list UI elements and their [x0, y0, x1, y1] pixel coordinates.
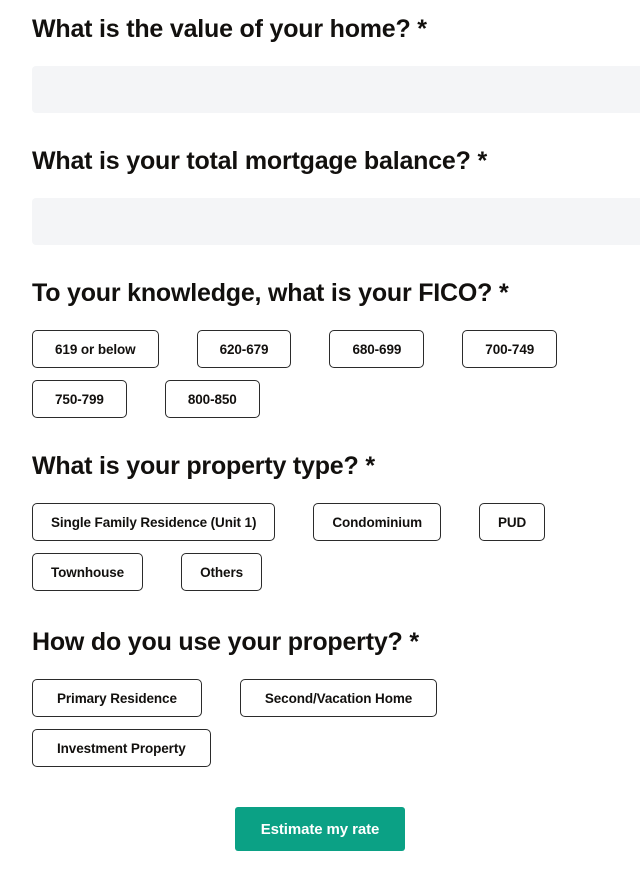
rate-estimator-form: What is the value of your home? * What i…	[0, 0, 640, 888]
property-use-options: Primary Residence Second/Vacation Home I…	[32, 679, 640, 767]
fico-option-620-679[interactable]: 620-679	[196, 330, 292, 368]
field-group-mortgage-balance: What is your total mortgage balance? *	[0, 146, 640, 245]
fico-option-700-749[interactable]: 700-749	[462, 330, 558, 368]
property-type-option-pud[interactable]: PUD	[479, 503, 546, 541]
field-group-home-value: What is the value of your home? *	[0, 0, 640, 113]
fico-option-750-799[interactable]: 750-799	[32, 380, 127, 418]
fico-option-619-or-below[interactable]: 619 or below	[32, 330, 159, 368]
fico-option-800-850[interactable]: 800-850	[164, 380, 260, 418]
field-group-fico: To your knowledge, what is your FICO? * …	[0, 278, 640, 418]
property-type-option-single-family-residence[interactable]: Single Family Residence (Unit 1)	[32, 503, 276, 541]
question-label-mortgage-balance: What is your total mortgage balance? *	[32, 147, 487, 175]
question-label-property-use: How do you use your property? *	[32, 628, 419, 656]
property-use-option-investment-property[interactable]: Investment Property	[32, 729, 211, 767]
property-type-option-townhouse[interactable]: Townhouse	[32, 553, 144, 591]
property-type-option-condominium[interactable]: Condominium	[313, 503, 441, 541]
home-value-input[interactable]	[32, 66, 640, 113]
question-label-home-value: What is the value of your home? *	[32, 15, 427, 43]
property-type-option-others[interactable]: Others	[181, 553, 263, 591]
submit-row: Estimate my rate	[0, 807, 640, 851]
property-type-options: Single Family Residence (Unit 1) Condomi…	[32, 503, 640, 591]
mortgage-balance-input[interactable]	[32, 198, 640, 245]
field-group-property-use: How do you use your property? * Primary …	[0, 627, 640, 767]
fico-options: 619 or below 620-679 680-699 700-749 750…	[32, 330, 640, 418]
property-use-option-primary-residence[interactable]: Primary Residence	[32, 679, 202, 717]
field-group-property-type: What is your property type? * Single Fam…	[0, 451, 640, 591]
property-use-option-second-vacation-home[interactable]: Second/Vacation Home	[239, 679, 438, 717]
estimate-my-rate-button[interactable]: Estimate my rate	[234, 807, 406, 851]
question-label-property-type: What is your property type? *	[32, 452, 375, 480]
fico-option-680-699[interactable]: 680-699	[329, 330, 425, 368]
question-label-fico: To your knowledge, what is your FICO? *	[32, 279, 509, 307]
